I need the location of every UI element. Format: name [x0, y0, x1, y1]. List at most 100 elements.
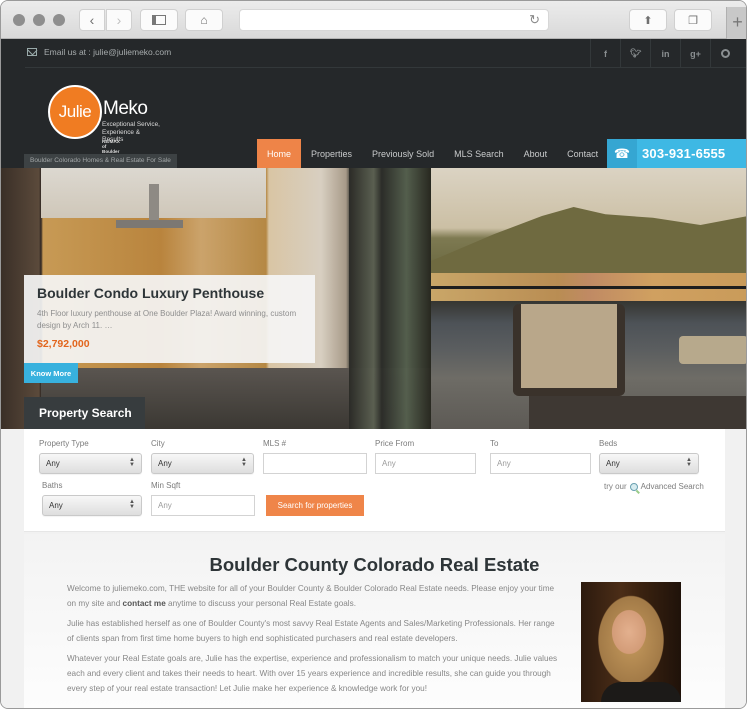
sidebar-button[interactable] [140, 9, 178, 31]
intro-section: Boulder County Colorado Real Estate Welc… [24, 534, 725, 708]
email-contact[interactable]: Email us at : julie@juliemeko.com [27, 47, 171, 57]
nav-properties[interactable]: Properties [301, 139, 362, 168]
logo-tagline-line1: Exceptional Service, [102, 121, 160, 128]
linkedin-icon: in [661, 48, 670, 59]
intro-text: Welcome to juliemeko.com, THE website fo… [67, 582, 562, 702]
email-text: Email us at : julie@juliemeko.com [44, 47, 172, 57]
share-button[interactable]: ⬆ [629, 9, 667, 31]
intro-title: Boulder County Colorado Real Estate [24, 554, 725, 576]
select-arrows-icon: ▲ ▼ [129, 499, 135, 510]
share-icon: ⬆ [643, 14, 653, 27]
nav-mls-search[interactable]: MLS Search [444, 139, 514, 168]
agent-portrait [581, 582, 681, 702]
advanced-search: try our Advanced Search [604, 482, 704, 491]
google-plus-link[interactable]: g+ [680, 39, 710, 68]
min-sqft-label: Min Sqft [151, 481, 181, 490]
nav-about[interactable]: About [514, 139, 558, 168]
logo-circle: Julie [48, 85, 102, 139]
pinterest-icon [721, 49, 730, 58]
social-links: f 🐦︎ in g+ [590, 39, 740, 68]
hero-range-hood-base [116, 220, 183, 228]
beds-label: Beds [599, 439, 618, 448]
hero-range-hood [149, 184, 159, 222]
linkedin-link[interactable]: in [650, 39, 680, 68]
price-from-label: Price From [375, 439, 415, 448]
new-tab-button[interactable]: + [726, 7, 746, 39]
listing-title[interactable]: Boulder Condo Luxury Penthouse [37, 285, 302, 301]
site-header: Email us at : julie@juliemeko.com f 🐦︎ i… [1, 39, 746, 168]
twitter-icon: 🐦︎ [629, 48, 642, 58]
close-window-button[interactable] [13, 14, 25, 26]
select-arrows-icon: ▲ ▼ [686, 457, 692, 468]
listing-price: $2,792,000 [37, 338, 90, 350]
home-icon: ⌂ [200, 13, 208, 27]
phone-cta[interactable]: ☎︎ 303-931-6555 [607, 139, 746, 168]
facebook-link[interactable]: f [590, 39, 620, 68]
minimize-window-button[interactable] [33, 14, 45, 26]
mls-label: MLS # [263, 439, 287, 448]
baths-select[interactable]: Any ▲ ▼ [42, 495, 142, 516]
forward-button[interactable]: › [106, 9, 132, 31]
price-to-input[interactable]: Any [490, 453, 591, 474]
logo-surname: Meko [103, 98, 148, 119]
mls-input[interactable] [263, 453, 367, 474]
city-value: Any [158, 459, 172, 468]
address-bar[interactable]: ↻ [239, 9, 549, 31]
pinterest-link[interactable] [710, 39, 740, 68]
tabs-icon: ❐ [688, 14, 698, 27]
sidebar-icon [152, 15, 166, 25]
zoom-window-button[interactable] [53, 14, 65, 26]
magnifier-icon [629, 482, 638, 491]
nav-home[interactable]: Home [257, 139, 302, 168]
city-select[interactable]: Any ▲ ▼ [151, 453, 254, 474]
property-search-form: Property Type Any ▲ ▼ City Any ▲ ▼ MLS # P… [24, 429, 725, 532]
property-type-select[interactable]: Any ▲ ▼ [39, 453, 142, 474]
select-arrows-icon: ▲ ▼ [129, 457, 135, 468]
property-type-value: Any [46, 459, 60, 468]
hero-image-balcony [431, 168, 746, 429]
price-to-label: To [490, 439, 499, 448]
tabs-button[interactable]: ❐ [674, 9, 712, 31]
envelope-icon [27, 48, 37, 56]
select-arrows-icon: ▲ ▼ [241, 457, 247, 468]
brokerage-logo: RE/MAX of Boulder [102, 139, 120, 154]
hero-railing [431, 286, 746, 289]
min-sqft-input[interactable]: Any [151, 495, 255, 516]
intro-paragraph-3: Whatever your Real Estate goals are, Jul… [67, 654, 558, 693]
contact-me-link[interactable]: contact me [123, 599, 166, 608]
hero-slider: Boulder Condo Luxury Penthouse 4th Floor… [1, 168, 746, 429]
nav-previously-sold[interactable]: Previously Sold [362, 139, 444, 168]
intro-paragraph-2: Julie has established herself as one of … [67, 619, 555, 643]
beds-value: Any [606, 459, 620, 468]
featured-listing-card: Boulder Condo Luxury Penthouse 4th Floor… [24, 275, 315, 363]
beds-select[interactable]: Any ▲ ▼ [599, 453, 699, 474]
facebook-icon: f [604, 48, 607, 59]
hero-chair [513, 304, 625, 396]
baths-label: Baths [42, 481, 63, 490]
phone-number: 303-931-6555 [642, 146, 726, 161]
nav-contact[interactable]: Contact [557, 139, 608, 168]
back-icon: ‹ [89, 12, 95, 28]
advanced-search-prefix: try our [604, 482, 627, 491]
search-properties-button[interactable]: Search for properties [266, 495, 364, 516]
price-from-input[interactable]: Any [375, 453, 476, 474]
intro-paragraph-1: Welcome to juliemeko.com, THE website fo… [67, 582, 562, 611]
advanced-search-link[interactable]: Advanced Search [641, 482, 704, 491]
know-more-button[interactable]: Know More [24, 363, 78, 383]
browser-window: ‹ › ⌂ ↻ ⬆ ❐ + Email us at : julie@juliem… [0, 0, 747, 709]
hero-sofa [679, 336, 746, 364]
twitter-link[interactable]: 🐦︎ [620, 39, 650, 68]
portrait-shoulder [601, 682, 681, 702]
back-button[interactable]: ‹ [79, 9, 105, 31]
browser-toolbar: ‹ › ⌂ ↻ ⬆ ❐ + [1, 1, 746, 39]
home-button[interactable]: ⌂ [185, 9, 223, 31]
phone-icon: ☎︎ [607, 139, 637, 168]
hero-door-frame [349, 168, 431, 429]
main-nav: Home Properties Previously Sold MLS Sear… [257, 139, 608, 168]
property-search-tab[interactable]: Property Search [24, 397, 145, 429]
tagline-badge: Boulder Colorado Homes & Real Estate For… [24, 154, 177, 168]
top-bar: Email us at : julie@juliemeko.com f 🐦︎ i… [25, 39, 746, 68]
google-plus-icon: g+ [690, 48, 701, 59]
reload-icon[interactable]: ↻ [529, 12, 540, 28]
property-type-label: Property Type [39, 439, 89, 448]
